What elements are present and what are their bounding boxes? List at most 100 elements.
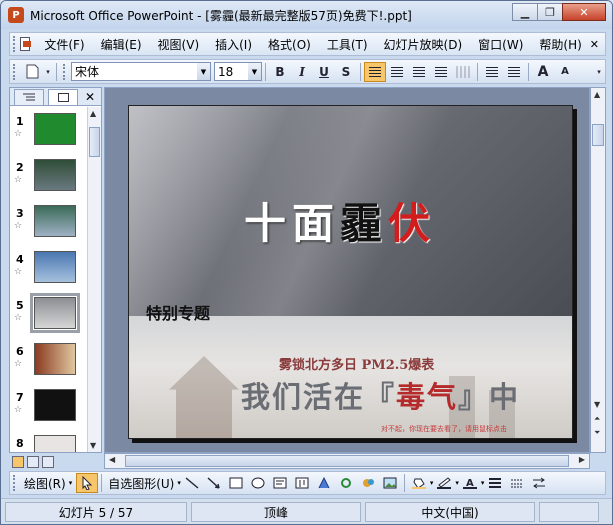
scroll-left-icon[interactable]: ◀ — [109, 455, 115, 464]
slide-thumbnail-7[interactable]: 7 ☆ — [10, 385, 88, 429]
wordart-icon[interactable] — [317, 477, 331, 489]
chevron-down-icon[interactable]: ▾ — [481, 479, 485, 487]
slide-thumbnail-5[interactable]: 5 ☆ — [10, 293, 88, 337]
line-icon[interactable] — [185, 477, 199, 489]
arrow-style-icon[interactable] — [532, 477, 546, 489]
scroll-thumb[interactable] — [89, 127, 100, 157]
toolbar-grip-2[interactable] — [63, 63, 67, 80]
menu-file[interactable]: 文件(F) — [36, 36, 92, 53]
italic-button[interactable]: I — [291, 62, 313, 82]
slide-title[interactable]: 十面霾伏 — [244, 190, 436, 251]
scroll-up-icon[interactable]: ▲ — [90, 109, 96, 118]
distribute-button[interactable] — [430, 62, 452, 82]
autoshapes-menu-button[interactable]: 自选图形(U) — [105, 475, 177, 492]
slide-sorter-view-button[interactable] — [27, 455, 39, 468]
font-size-combo[interactable]: 18 ▼ — [214, 62, 262, 81]
restore-button[interactable]: ❐ — [537, 3, 563, 21]
menu-view[interactable]: 视图(V) — [150, 36, 208, 53]
current-slide[interactable]: 十面霾伏 特别专题 雾锁北方多日 PM2.5爆表 我们活在『毒气』中 对不起，你… — [128, 105, 573, 439]
slide-thumbnail-6[interactable]: 6 ☆ — [10, 339, 88, 383]
scroll-down-icon[interactable]: ▼ — [594, 400, 600, 409]
slide-preview — [30, 293, 80, 333]
slide-subtitle[interactable]: 特别专题 — [146, 300, 210, 324]
underline-button[interactable]: U — [313, 62, 335, 82]
scroll-down-icon[interactable]: ▼ — [90, 441, 96, 450]
menu-edit[interactable]: 编辑(E) — [93, 36, 150, 53]
font-name-combo[interactable]: 宋体 ▼ — [71, 62, 211, 81]
toolbar-overflow-button[interactable]: ▾ — [593, 62, 605, 82]
horizontal-scrollbar[interactable]: ◀ ▶ — [104, 453, 590, 469]
close-document-button[interactable]: ✕ — [590, 38, 599, 51]
toolbar-grip[interactable] — [13, 63, 17, 80]
scroll-thumb[interactable] — [592, 124, 604, 146]
slide-thumbnail-8[interactable]: 8 — [10, 431, 88, 452]
toolbar-options-button[interactable]: ▾ — [43, 62, 53, 82]
scroll-up-icon[interactable]: ▲ — [594, 90, 600, 99]
vertical-textbox-icon[interactable] — [295, 477, 309, 489]
slide-thumbnail-3[interactable]: 3 ☆ — [10, 201, 88, 245]
slide-thumbnail-2[interactable]: 2 ☆ — [10, 155, 88, 199]
window-controls: ▁ ❐ ✕ — [512, 3, 606, 21]
line-style-icon[interactable] — [488, 477, 502, 489]
panel-scrollbar[interactable]: ▲ ▼ — [87, 107, 101, 452]
slide-thumbnail-1[interactable]: 1 ☆ — [10, 109, 88, 153]
previous-slide-icon[interactable]: ⏶ — [594, 414, 600, 424]
dash-style-icon[interactable] — [510, 477, 524, 489]
grow-font-button[interactable]: A — [532, 62, 554, 82]
arrow-icon[interactable] — [207, 477, 221, 489]
align-right-button[interactable] — [408, 62, 430, 82]
columns-button[interactable] — [452, 62, 474, 82]
document-icon[interactable] — [20, 37, 32, 51]
chevron-down-icon[interactable]: ▼ — [197, 63, 210, 80]
next-slide-icon[interactable]: ⏷ — [594, 428, 600, 438]
chevron-down-icon[interactable]: ▼ — [248, 63, 261, 80]
textbox-icon[interactable] — [273, 477, 287, 489]
chevron-down-icon[interactable]: ▾ — [430, 479, 434, 487]
menu-window[interactable]: 窗口(W) — [470, 36, 531, 53]
drawbar-grip[interactable] — [13, 475, 17, 491]
numbering-button[interactable] — [481, 62, 503, 82]
picture-icon[interactable] — [383, 477, 397, 489]
chevron-down-icon[interactable]: ▾ — [69, 479, 73, 487]
menu-tools[interactable]: 工具(T) — [319, 36, 376, 53]
select-pointer-button[interactable] — [76, 473, 99, 493]
line-color-icon[interactable] — [437, 477, 452, 489]
chevron-down-icon[interactable]: ▾ — [177, 479, 181, 487]
chevron-down-icon[interactable]: ▾ — [455, 479, 459, 487]
draw-menu-button[interactable]: 绘图(R) — [21, 475, 69, 492]
shadow-button[interactable]: S — [335, 62, 357, 82]
menu-help[interactable]: 帮助(H) — [531, 36, 589, 53]
font-color-icon[interactable]: A — [462, 477, 477, 489]
slideshow-view-button[interactable] — [42, 455, 54, 468]
rectangle-icon[interactable] — [229, 477, 243, 489]
normal-view-button[interactable] — [12, 455, 24, 468]
slide-thumbnail-4[interactable]: 4 ☆ — [10, 247, 88, 291]
new-document-button[interactable] — [21, 62, 43, 82]
align-left-button[interactable] — [364, 61, 386, 82]
diagram-icon[interactable] — [339, 477, 353, 489]
fill-color-icon[interactable] — [411, 477, 426, 489]
tab-outline[interactable] — [14, 88, 44, 105]
slide-number: 2 — [16, 161, 24, 174]
menu-slideshow[interactable]: 幻灯片放映(D) — [376, 36, 471, 53]
minimize-button[interactable]: ▁ — [512, 3, 538, 21]
oval-icon[interactable] — [251, 477, 265, 489]
bold-button[interactable]: B — [269, 62, 291, 82]
close-button[interactable]: ✕ — [562, 3, 606, 21]
slide-number: 5 — [16, 299, 24, 312]
clipart-icon[interactable] — [361, 477, 375, 489]
tab-slides[interactable] — [48, 88, 78, 105]
align-center-button[interactable] — [386, 62, 408, 82]
powerpoint-app-icon[interactable]: P — [8, 7, 24, 23]
menubar-grip[interactable] — [13, 36, 16, 52]
panel-close-button[interactable]: ✕ — [85, 90, 95, 104]
shrink-font-button[interactable]: A — [554, 62, 576, 82]
menu-format[interactable]: 格式(O) — [260, 36, 319, 53]
big-text-part: 我们活在『 — [241, 380, 397, 414]
vertical-scrollbar[interactable]: ▲ ▼ ⏶ ⏷ — [590, 87, 606, 453]
scroll-right-icon[interactable]: ▶ — [579, 455, 585, 464]
align-center-icon — [391, 66, 403, 77]
bullets-button[interactable] — [503, 62, 525, 82]
menu-insert[interactable]: 插入(I) — [207, 36, 260, 53]
scroll-thumb[interactable] — [125, 455, 569, 467]
